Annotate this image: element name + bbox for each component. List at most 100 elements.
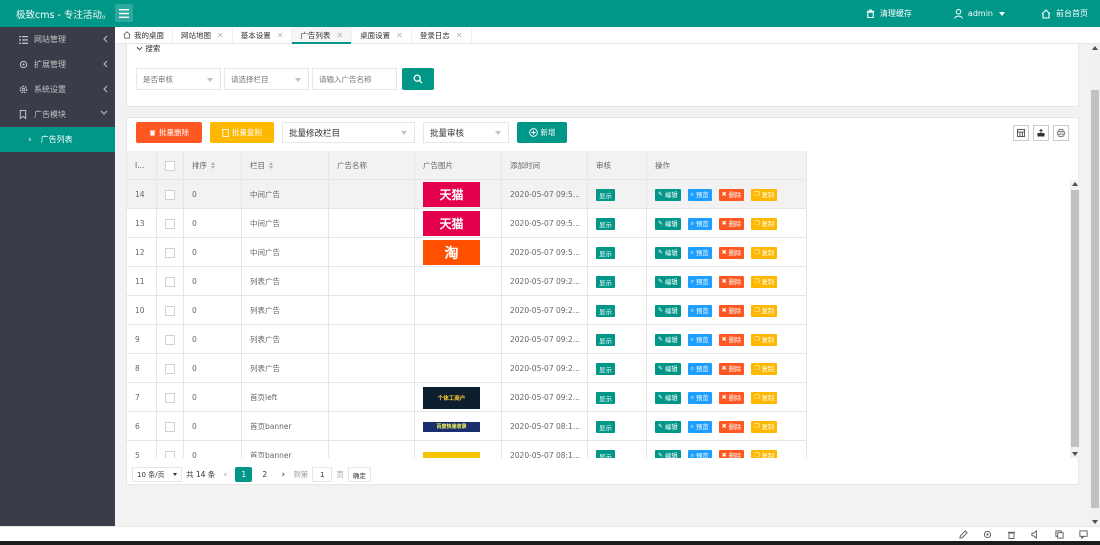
col-header-column[interactable]: 栏目 — [242, 151, 329, 180]
edit-button[interactable]: ✎ 编辑 — [655, 246, 681, 259]
delete-button[interactable]: ✖ 删除 — [718, 246, 745, 259]
table-row[interactable]: 13 0 中间广告 天猫 2020-05-07 09:5... 显示 ✎ 编辑 ⌕ 预览 ✖ 删除 ❐ 复… — [127, 209, 807, 238]
row-checkbox[interactable] — [165, 363, 175, 374]
page-size-select[interactable]: 10 条/页 — [132, 467, 182, 482]
next-page-icon[interactable]: › — [277, 467, 289, 482]
row-checkbox[interactable] — [165, 276, 175, 287]
batch-column-select[interactable]: 批量修改栏目 — [282, 122, 415, 143]
col-header-image[interactable]: 广告图片 — [415, 151, 502, 180]
add-button[interactable]: 新增 — [517, 122, 567, 143]
delete-button[interactable]: ✖ 删除 — [718, 420, 745, 433]
edit-button[interactable]: ✎ 编辑 — [655, 275, 681, 288]
sidebar-item-settings[interactable]: 系统设置 — [0, 77, 115, 102]
preview-button[interactable]: ⌕ 预览 — [687, 275, 712, 288]
cell-select[interactable] — [157, 354, 184, 383]
edit-button[interactable]: ✎ 编辑 — [655, 362, 681, 375]
table-row[interactable]: 12 0 中间广告 淘 2020-05-07 09:5... 显示 ✎ 编辑 ⌕ 预览 ✖ 删除 ❐ 复制 — [127, 238, 807, 267]
batch-copy-button[interactable]: 批量复制 — [210, 122, 274, 143]
ad-thumbnail[interactable]: 百度快速收录 — [423, 421, 480, 432]
status-badge[interactable]: 显示 — [596, 391, 615, 404]
ad-thumbnail[interactable] — [423, 451, 480, 458]
copy-button[interactable]: ❐ 复制 — [751, 362, 778, 375]
scroll-down-icon[interactable] — [1092, 520, 1098, 524]
copy-button[interactable]: ❐ 复制 — [751, 333, 778, 346]
sort-icon[interactable] — [211, 162, 215, 169]
col-header-time[interactable]: 添加时间 — [502, 151, 588, 180]
preview-button[interactable]: ⌕ 预览 — [687, 188, 712, 201]
preview-button[interactable]: ⌕ 预览 — [687, 217, 712, 230]
edit-button[interactable]: ✎ 编辑 — [655, 333, 681, 346]
delete-button[interactable]: ✖ 删除 — [718, 188, 745, 201]
sound-icon[interactable] — [1031, 530, 1040, 539]
preview-button[interactable]: ⌕ 预览 — [687, 304, 712, 317]
clear-cache-button[interactable]: 清理缓存 — [854, 0, 924, 27]
cell-select[interactable] — [157, 296, 184, 325]
ad-thumbnail[interactable]: 天猫 — [423, 211, 480, 236]
table-row[interactable]: 11 0 列表广告 2020-05-07 09:2... 显示 ✎ 编辑 ⌕ 预览 ✖ 删除 ❐ 复制 — [127, 267, 807, 296]
preview-button[interactable]: ⌕ 预览 — [687, 246, 712, 259]
tab-desktop[interactable]: 我的桌面 — [115, 27, 173, 43]
sidebar-item-extensions[interactable]: 扩展管理 — [0, 52, 115, 77]
status-badge[interactable]: 显示 — [596, 449, 615, 458]
col-header-select[interactable] — [157, 151, 184, 180]
row-checkbox[interactable] — [165, 392, 175, 403]
batch-delete-button[interactable]: 批量删除 — [136, 122, 202, 143]
status-badge[interactable]: 显示 — [596, 275, 615, 288]
status-badge[interactable]: 显示 — [596, 304, 615, 317]
delete-button[interactable]: ✖ 删除 — [718, 391, 745, 404]
table-row[interactable]: 14 0 中间广告 天猫 2020-05-07 09:5... 显示 ✎ 编辑 ⌕ 预览 ✖ 删除 ❐ 复… — [127, 180, 807, 209]
delete-button[interactable]: ✖ 删除 — [718, 275, 745, 288]
row-checkbox[interactable] — [165, 189, 175, 200]
status-badge[interactable]: 显示 — [596, 362, 615, 375]
preview-button[interactable]: ⌕ 预览 — [687, 333, 712, 346]
export-button[interactable] — [1033, 125, 1049, 141]
table-row[interactable]: 10 0 列表广告 2020-05-07 09:2... 显示 ✎ 编辑 ⌕ 预览 ✖ 删除 ❐ 复制 — [127, 296, 807, 325]
close-icon[interactable]: ✕ — [217, 31, 224, 40]
preview-button[interactable]: ⌕ 预览 — [687, 420, 712, 433]
print-button[interactable] — [1053, 125, 1069, 141]
status-badge[interactable]: 显示 — [596, 333, 615, 346]
column-select[interactable]: 请选择栏目 — [224, 68, 309, 90]
cell-select[interactable] — [157, 238, 184, 267]
delete-button[interactable]: ✖ 删除 — [718, 449, 745, 458]
col-header-order[interactable]: 排序 — [184, 151, 242, 180]
copy-button[interactable]: ❐ 复制 — [751, 391, 778, 404]
select-all-checkbox[interactable] — [165, 160, 175, 171]
col-header-audit[interactable]: 审核 — [588, 151, 647, 180]
columns-filter-button[interactable] — [1013, 125, 1029, 141]
edit-icon[interactable] — [959, 530, 968, 539]
menu-toggle-button[interactable] — [115, 4, 133, 22]
copy-button[interactable]: ❐ 复制 — [751, 188, 778, 201]
preview-button[interactable]: ⌕ 预览 — [687, 362, 712, 375]
status-badge[interactable]: 显示 — [596, 420, 615, 433]
edit-button[interactable]: ✎ 编辑 — [655, 217, 681, 230]
row-checkbox[interactable] — [165, 218, 175, 229]
chat-icon[interactable] — [1079, 530, 1088, 539]
status-badge[interactable]: 显示 — [596, 246, 615, 259]
edit-button[interactable]: ✎ 编辑 — [655, 304, 681, 317]
edit-button[interactable]: ✎ 编辑 — [655, 391, 681, 404]
table-scrollbar[interactable] — [1070, 180, 1080, 458]
scrollbar-thumb[interactable] — [1091, 90, 1099, 508]
delete-button[interactable]: ✖ 删除 — [718, 362, 745, 375]
cell-select[interactable] — [157, 441, 184, 458]
scroll-up-icon[interactable] — [1092, 46, 1098, 50]
trash-icon[interactable] — [1007, 530, 1016, 539]
ad-thumbnail[interactable]: 淘 — [423, 240, 480, 265]
close-icon[interactable]: ✕ — [456, 31, 463, 40]
app-logo[interactable]: 极致cms - 专注活动。 — [16, 7, 111, 21]
status-badge[interactable]: 显示 — [596, 217, 615, 230]
edit-button[interactable]: ✎ 编辑 — [655, 449, 681, 458]
tab-basic-settings[interactable]: 基本设置 ✕ — [233, 27, 293, 43]
sidebar-item-ads[interactable]: 广告模块 — [0, 102, 115, 127]
copy-button[interactable]: ❐ 复制 — [751, 304, 778, 317]
preview-button[interactable]: ⌕ 预览 — [687, 449, 712, 458]
cell-select[interactable] — [157, 325, 184, 354]
col-header-id[interactable]: I... — [127, 151, 157, 180]
table-row[interactable]: 5 0 首页banner 2020-05-07 08:1... 显示 ✎ 编辑 ⌕ 预览 ✖ 删除 ❐… — [127, 441, 807, 458]
sort-icon[interactable] — [269, 162, 273, 169]
settings-icon[interactable] — [983, 530, 992, 539]
audit-select[interactable]: 是否审核 — [136, 68, 221, 90]
tab-ad-list[interactable]: 广告列表 ✕ — [292, 27, 353, 44]
edit-button[interactable]: ✎ 编辑 — [655, 188, 681, 201]
